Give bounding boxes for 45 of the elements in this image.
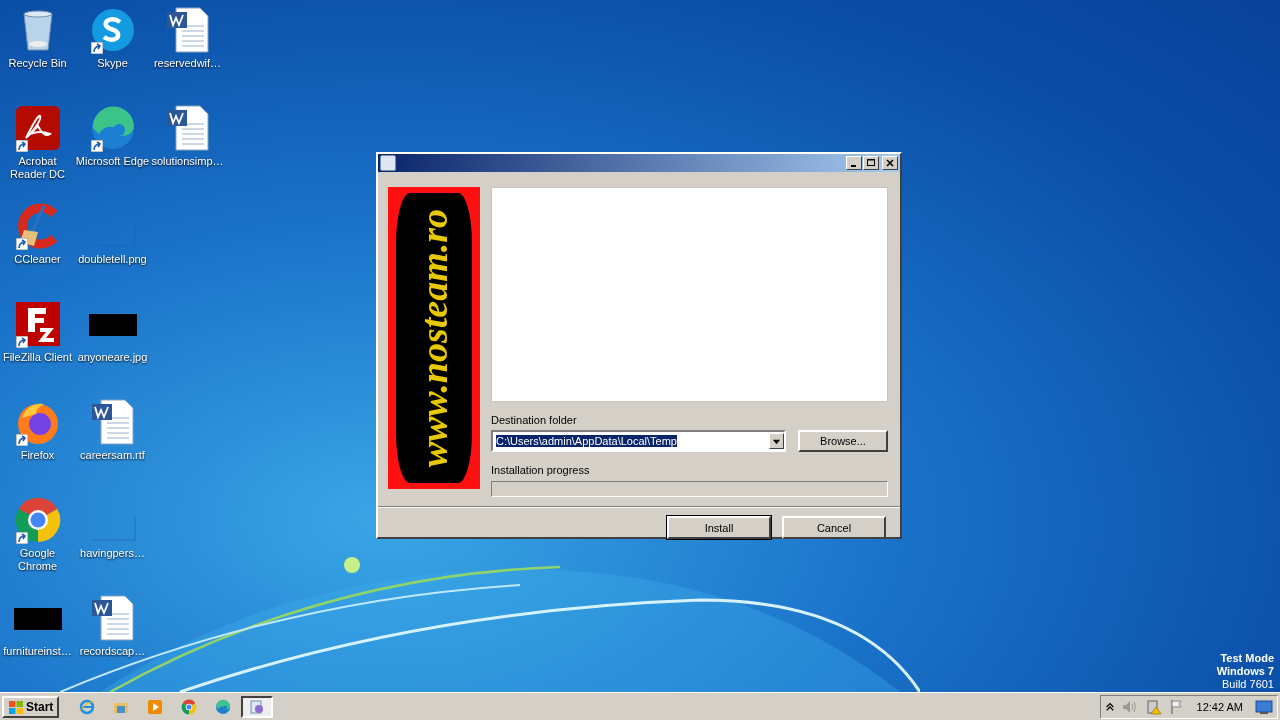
installer-icon <box>380 155 396 171</box>
shortcut-arrow-icon <box>15 434 28 446</box>
skype-icon[interactable] <box>88 6 137 54</box>
shortcut-arrow-icon <box>15 336 28 348</box>
clock[interactable]: 12:42 AM <box>1196 700 1243 713</box>
filezilla-icon[interactable] <box>13 300 62 348</box>
icon-label[interactable]: Microsoft Edge <box>75 155 150 168</box>
dialog-button[interactable]: Install <box>667 516 771 539</box>
shortcut-arrow-icon <box>15 140 28 152</box>
shortcut-arrow-icon <box>90 42 103 54</box>
field-label: Destination folder <box>491 414 577 427</box>
icon-label[interactable]: Recycle Bin <box>0 57 75 70</box>
icon-label[interactable]: furnitureinst… <box>0 645 75 658</box>
icon-label[interactable]: Google Chrome <box>0 547 75 573</box>
flag-icon[interactable] <box>1168 698 1185 715</box>
icon-label[interactable]: doubletell.png <box>75 253 150 266</box>
destination-field[interactable]: C:\Users\admin\AppData\Local\Temp <box>491 430 786 452</box>
icon-label[interactable]: Skype <box>75 57 150 70</box>
icon-label[interactable]: reservedwif… <box>150 57 225 70</box>
edge-icon[interactable] <box>88 104 137 152</box>
os-notice-text: Build 7601 <box>1222 678 1274 691</box>
chevron-up-icon[interactable] <box>1104 700 1115 713</box>
installer-icon[interactable] <box>241 695 274 718</box>
icon-label[interactable]: Firefox <box>0 449 75 462</box>
icon-label[interactable]: Acrobat Reader DC <box>0 155 75 181</box>
icon-label[interactable]: FileZilla Client <box>0 351 75 364</box>
chrome-icon[interactable] <box>13 496 62 544</box>
show-desktop-icon[interactable] <box>1255 698 1273 715</box>
shortcut-arrow-icon <box>90 140 103 152</box>
icon-label[interactable]: careersam.rtf <box>75 449 150 462</box>
browse-button[interactable]: Browse... <box>798 430 888 452</box>
icon-label[interactable]: anyoneare.jpg <box>75 351 150 364</box>
banner-text: www.nosteam.ro <box>412 208 456 468</box>
field-label: Installation progress <box>491 464 590 477</box>
shortcut-arrow-icon <box>15 238 28 250</box>
os-notice-text: Test Mode <box>1220 652 1274 665</box>
shortcut-arrow-icon <box>15 532 28 544</box>
os-notice-text: Windows 7 <box>1216 665 1274 678</box>
document-app-icon[interactable] <box>13 104 62 152</box>
icon-label[interactable]: havingpers… <box>75 547 150 560</box>
icon-label[interactable]: CCleaner <box>0 253 75 266</box>
icon-label[interactable]: solutionsimp… <box>150 155 225 168</box>
start-button[interactable]: Start <box>2 695 60 718</box>
dialog-button[interactable]: Cancel <box>782 516 886 539</box>
icon-label[interactable]: recordscap… <box>75 645 150 658</box>
